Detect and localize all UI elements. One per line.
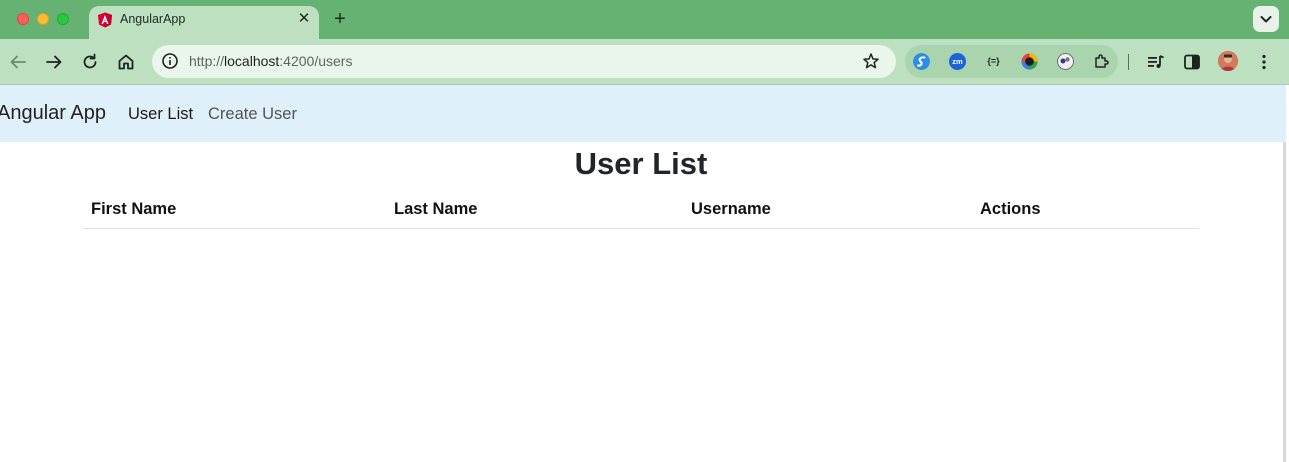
new-tab-button[interactable]: +: [330, 8, 350, 30]
back-arrow-icon[interactable]: [6, 50, 30, 74]
media-controls-icon[interactable]: [1144, 50, 1168, 74]
nav-link-user-list[interactable]: User List: [128, 105, 193, 124]
extensions-puzzle-icon[interactable]: [1093, 53, 1110, 70]
nav-link-create-user[interactable]: Create User: [208, 105, 297, 124]
avatar-icon: [1218, 51, 1238, 71]
angular-favicon-icon: [98, 12, 112, 28]
window-minimize-button[interactable]: [37, 13, 49, 25]
window-close-button[interactable]: [17, 13, 29, 25]
site-info-icon[interactable]: [161, 52, 179, 70]
browser-toolbar: http://localhost:4200/users zm {=}: [0, 39, 1289, 85]
app-navbar: Angular App User List Create User: [0, 85, 1286, 142]
color-picker-extension-icon[interactable]: [1021, 53, 1038, 70]
chevron-down-icon: [1260, 16, 1272, 23]
browser-tab[interactable]: AngularApp ✕: [89, 6, 319, 39]
url-scheme: http://: [189, 53, 225, 69]
toolbar-separator: [1128, 54, 1129, 70]
window-maximize-button[interactable]: [57, 13, 69, 25]
page-title: User List: [574, 146, 708, 181]
json-extension-icon[interactable]: {=}: [985, 53, 1002, 70]
column-header-username: Username: [691, 200, 771, 218]
column-header-actions: Actions: [980, 200, 1041, 218]
sync-extension-icon[interactable]: [913, 53, 930, 70]
menu-kebab-icon[interactable]: [1252, 50, 1276, 74]
app-brand[interactable]: Angular App: [0, 102, 106, 125]
tab-title: AngularApp: [120, 12, 186, 26]
url-path: :4200/users: [279, 53, 353, 69]
column-header-first-name: First Name: [91, 200, 177, 218]
reload-icon[interactable]: [78, 50, 102, 74]
side-panel-icon[interactable]: [1180, 50, 1204, 74]
home-icon[interactable]: [114, 50, 138, 74]
zoom-extension-icon[interactable]: zm: [949, 53, 966, 70]
forward-arrow-icon[interactable]: [42, 50, 66, 74]
extensions-area: zm {=}: [905, 45, 1118, 78]
column-header-last-name: Last Name: [394, 200, 478, 218]
url-host: localhost: [224, 53, 280, 69]
profile-avatar[interactable]: [1218, 51, 1238, 71]
bookmark-star-icon[interactable]: [862, 52, 880, 70]
address-bar[interactable]: http://localhost:4200/users: [152, 45, 896, 78]
tab-close-icon[interactable]: ✕: [296, 10, 312, 28]
users-table: First Name Last Name Username Actions: [83, 189, 1199, 229]
profile-extension-icon[interactable]: [1057, 53, 1074, 70]
tab-strip: AngularApp ✕ +: [0, 0, 1289, 39]
tab-search-button[interactable]: [1253, 6, 1279, 32]
url-text[interactable]: http://localhost:4200/users: [189, 53, 352, 69]
page-viewport: Angular App User List Create User User L…: [0, 85, 1286, 462]
